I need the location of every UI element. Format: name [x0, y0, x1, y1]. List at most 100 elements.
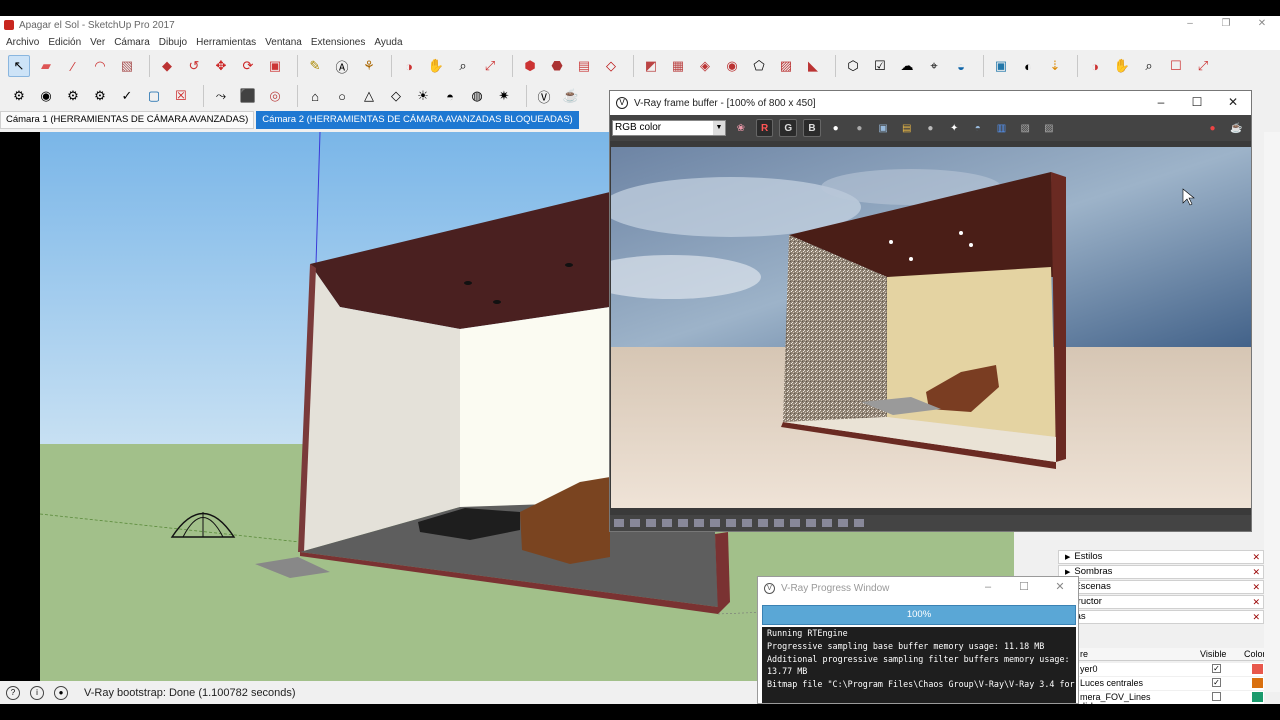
rendered-image[interactable] [611, 147, 1251, 508]
region-render-icon[interactable]: ▧ [1016, 119, 1034, 137]
ruby-icon[interactable]: ◇ [600, 55, 622, 77]
open-folder-icon[interactable]: ▤ [898, 119, 916, 137]
layer-row[interactable]: yer0 ✓ [1058, 663, 1264, 676]
vfb-srgb-icon[interactable] [774, 519, 784, 527]
line-tool-icon[interactable]: ∕ [62, 55, 84, 77]
tray-panel-estilos[interactable]: ▶ Estilos ✕ [1058, 550, 1264, 564]
zoom-tool-icon[interactable]: ⌕ [452, 55, 474, 77]
vray-dome-light-icon[interactable]: ◓ [439, 85, 461, 107]
layer-row[interactable]: Luces centrales ✓ [1058, 677, 1264, 690]
layer-visible-checkbox[interactable] [1212, 692, 1221, 701]
vray-logo-icon[interactable]: Ⓥ [533, 85, 555, 107]
extension-warehouse-icon[interactable]: ⬣ [546, 55, 568, 77]
credits-icon[interactable]: i [30, 685, 44, 700]
vfb-exposure-icon[interactable] [726, 519, 736, 527]
render-last-icon[interactable]: ▨ [1040, 119, 1058, 137]
zoom-tool-icon[interactable]: ⌕ [1138, 55, 1160, 77]
clear-image-icon[interactable]: ● [922, 119, 940, 137]
vfb-info-icon[interactable] [646, 519, 656, 527]
pan-tool-icon[interactable]: ✋ [425, 55, 447, 77]
track-mouse-icon[interactable]: ✦ [945, 119, 963, 137]
vfb-curve-icon[interactable] [694, 519, 704, 527]
text-tool-icon[interactable]: Ⓐ [331, 55, 353, 77]
menu-archivo[interactable]: Archivo [6, 37, 39, 48]
materials-icon[interactable]: ☑ [869, 55, 891, 77]
rectangle-tool-icon[interactable]: ▧ [116, 55, 138, 77]
close-icon[interactable]: ✕ [1252, 611, 1260, 623]
scene-tab-camara-2[interactable]: Cámara 2 (HERRAMIENTAS DE CÁMARA AVANZAD… [256, 111, 579, 129]
alpha-white-icon[interactable]: ● [827, 119, 845, 137]
blue-channel-button[interactable]: B [803, 119, 821, 137]
orbit-tool-icon[interactable]: ◑ [1084, 55, 1106, 77]
outliner-icon[interactable]: ⬠ [748, 55, 770, 77]
photo-texture-icon[interactable]: ◒ [950, 55, 972, 77]
vray-bridge-icon[interactable]: ⤳ [210, 85, 232, 107]
close-icon[interactable]: ✕ [1252, 581, 1260, 593]
minimize-button[interactable]: – [1143, 91, 1179, 115]
close-icon[interactable]: ✕ [1252, 566, 1260, 578]
layer-visible-checkbox[interactable]: ✓ [1212, 678, 1221, 687]
layers-color-header[interactable]: Color [1244, 649, 1266, 659]
download-icon[interactable]: ⇣ [1044, 55, 1066, 77]
geo-location-icon[interactable]: ? [6, 685, 20, 700]
vray-ies-light-icon[interactable]: ◇ [385, 85, 407, 107]
menu-herramientas[interactable]: Herramientas [196, 37, 256, 48]
vfb-levels-icon[interactable] [678, 519, 688, 527]
follow-me-tool-icon[interactable]: ↺ [183, 55, 205, 77]
paint-bucket-icon[interactable]: ⚘ [358, 55, 380, 77]
user-icon[interactable]: ● [54, 685, 68, 700]
layer-color-swatch[interactable] [1252, 678, 1263, 688]
color-channels-icon[interactable]: ❀ [732, 119, 750, 137]
vray-material-editor-icon[interactable]: ▢ [143, 85, 165, 107]
cloud-icon[interactable]: ☁ [896, 55, 918, 77]
section-plane-icon[interactable]: ◈ [694, 55, 716, 77]
menu-extensiones[interactable]: Extensiones [311, 37, 365, 48]
compare-icon[interactable]: ▥ [993, 119, 1011, 137]
menu-camara[interactable]: Cámara [114, 37, 150, 48]
vray-disable-icon[interactable]: ☒ [170, 85, 192, 107]
rotate-tool-icon[interactable]: ⟳ [237, 55, 259, 77]
components-icon[interactable]: ⬡ [842, 55, 864, 77]
vfb-history-icon[interactable] [614, 519, 624, 527]
tray-panel-sombras[interactable]: ▶ Sombras ✕ [1058, 565, 1264, 579]
vray-teapot-icon[interactable]: ☕ [560, 85, 582, 107]
vfb-ocio-icon[interactable] [758, 519, 768, 527]
tray-panel-capas[interactable]: apas✕ [1058, 610, 1264, 624]
close-icon[interactable]: ✕ [1252, 596, 1260, 608]
maximize-button[interactable]: ☐ [1006, 577, 1042, 599]
layers-visible-header[interactable]: Visible [1200, 649, 1226, 659]
green-channel-button[interactable]: G [779, 119, 798, 137]
sandbox-grid-icon[interactable]: ▦ [667, 55, 689, 77]
zoom-extents-icon[interactable]: ⤢ [479, 55, 501, 77]
vray-omni-light-icon[interactable]: ⌂ [304, 85, 326, 107]
menu-edicion[interactable]: Edición [48, 37, 81, 48]
menu-ayuda[interactable]: Ayuda [374, 37, 402, 48]
style-builder-icon[interactable]: ◐ [1017, 55, 1039, 77]
layer-color-swatch[interactable] [1252, 692, 1263, 702]
mono-icon[interactable]: ● [851, 119, 869, 137]
select-tool-icon[interactable]: ↖ [8, 55, 30, 77]
zoom-extents-icon[interactable]: ⤢ [1192, 55, 1214, 77]
menu-ventana[interactable]: Ventana [265, 37, 302, 48]
move-tool-icon[interactable]: ✥ [210, 55, 232, 77]
minimize-button[interactable]: – [1172, 16, 1208, 34]
restore-button[interactable]: ❐ [1208, 16, 1244, 34]
share-model-icon[interactable]: ▤ [573, 55, 595, 77]
channel-select[interactable]: RGB color ▼ [612, 120, 727, 136]
vray-interactive-icon[interactable]: ◉ [35, 85, 57, 107]
close-button[interactable]: ✕ [1042, 577, 1078, 599]
vray-cloud-render-icon[interactable]: ⚙ [62, 85, 84, 107]
pan-tool-icon[interactable]: ✋ [1111, 55, 1133, 77]
zoom-window-icon[interactable]: ☐ [1165, 55, 1187, 77]
vray-sun-icon[interactable]: ☀ [412, 85, 434, 107]
layers-name-header[interactable]: re [1080, 649, 1088, 659]
layer-visible-checkbox[interactable]: ✓ [1212, 664, 1221, 673]
vray-frame-buffer-icon[interactable]: ⚙ [89, 85, 111, 107]
vfb-lut-icon[interactable] [742, 519, 752, 527]
tray-panel-instructor[interactable]: nstructor ✕ [1058, 595, 1264, 609]
render-teapot-icon[interactable]: ☕ [1227, 119, 1245, 137]
sandbox-drape-icon[interactable]: ▨ [775, 55, 797, 77]
save-icon[interactable]: ▣ [874, 119, 892, 137]
layer-color-swatch[interactable] [1252, 664, 1263, 674]
scale-tool-icon[interactable]: ▣ [264, 55, 286, 77]
